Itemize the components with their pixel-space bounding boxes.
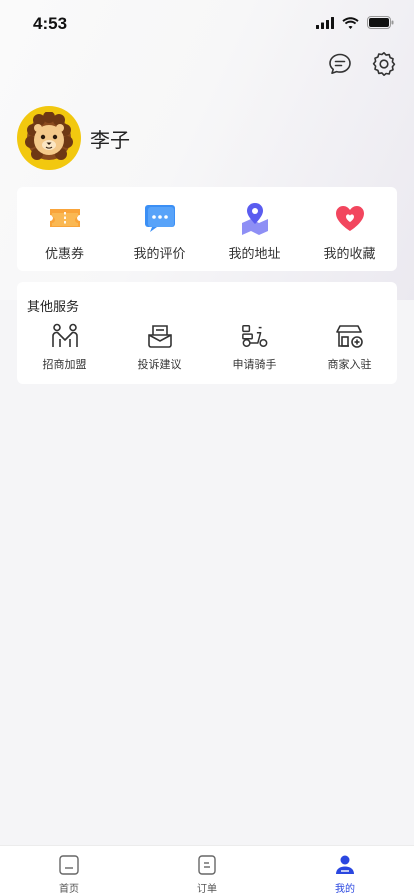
status-bar: 4:53 xyxy=(0,0,414,48)
status-icons xyxy=(316,16,394,29)
quick-action-label: 我的收藏 xyxy=(323,247,376,262)
services-row: 招商加盟 投诉建议 申请骑手 商家入驻 xyxy=(17,322,397,372)
cellular-signal-icon xyxy=(316,16,334,29)
section-title: 其他服务 xyxy=(27,300,80,315)
order-icon xyxy=(196,854,218,876)
service-feedback[interactable]: 投诉建议 xyxy=(112,322,207,372)
top-actions xyxy=(326,50,398,78)
comment-icon xyxy=(142,201,178,235)
home-icon xyxy=(58,854,80,876)
quick-action-my-address[interactable]: 我的地址 xyxy=(207,187,302,271)
bottom-tab-bar: 首页 订单 我的 xyxy=(0,845,414,896)
gear-icon xyxy=(372,52,396,76)
user-name: 李子 xyxy=(90,129,130,152)
service-apply-rider[interactable]: 申请骑手 xyxy=(207,322,302,372)
avatar[interactable] xyxy=(17,106,81,170)
heart-icon xyxy=(332,201,368,235)
partnership-icon xyxy=(51,322,79,350)
profile-icon xyxy=(334,854,356,876)
quick-actions-card: 优惠券 我的评价 我的地址 我的收藏 xyxy=(17,187,397,271)
service-label: 申请骑手 xyxy=(232,358,277,371)
service-partnership[interactable]: 招商加盟 xyxy=(17,322,112,372)
quick-action-label: 优惠券 xyxy=(44,247,84,262)
service-label: 招商加盟 xyxy=(42,358,87,371)
profile-header: 李子 xyxy=(17,106,130,170)
message-button[interactable] xyxy=(326,50,354,78)
store-add-icon xyxy=(335,322,364,350)
tab-label: 我的 xyxy=(335,884,355,895)
coupon-icon xyxy=(47,201,83,235)
lion-avatar-icon xyxy=(25,112,73,160)
tab-label: 首页 xyxy=(59,884,79,895)
quick-action-label: 我的评价 xyxy=(133,247,186,262)
quick-action-my-reviews[interactable]: 我的评价 xyxy=(112,187,207,271)
feedback-icon xyxy=(146,322,174,350)
service-label: 商家入驻 xyxy=(327,358,372,371)
settings-button[interactable] xyxy=(370,50,398,78)
battery-icon xyxy=(367,16,394,29)
quick-action-my-favorites[interactable]: 我的收藏 xyxy=(302,187,397,271)
scooter-icon xyxy=(241,322,269,350)
wifi-icon xyxy=(342,16,359,29)
status-time: 4:53 xyxy=(33,14,68,33)
service-label: 投诉建议 xyxy=(137,358,182,371)
tab-mine[interactable]: 我的 xyxy=(276,846,414,896)
service-merchant-join[interactable]: 商家入驻 xyxy=(302,322,397,372)
quick-action-coupons[interactable]: 优惠券 xyxy=(17,187,112,271)
message-icon xyxy=(329,53,351,74)
tab-home[interactable]: 首页 xyxy=(0,846,138,896)
tab-label: 订单 xyxy=(197,884,217,895)
quick-action-label: 我的地址 xyxy=(228,247,281,262)
other-services-card: 其他服务 招商加盟 投诉建议 申请骑手 商家入驻 xyxy=(17,282,397,384)
tab-orders[interactable]: 订单 xyxy=(138,846,276,896)
location-icon xyxy=(237,201,273,235)
